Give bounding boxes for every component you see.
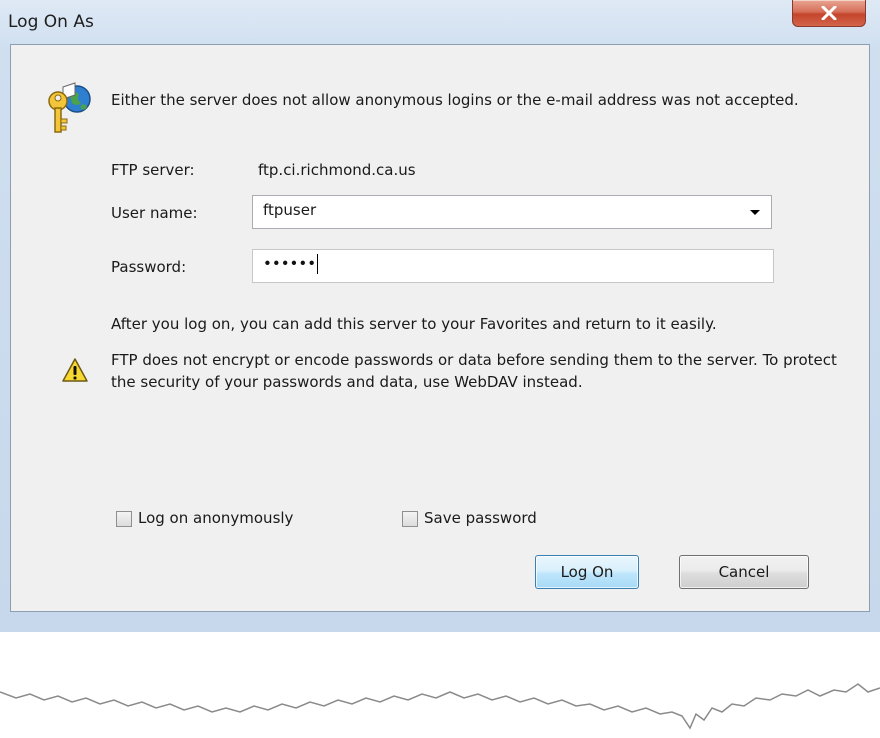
favorites-hint: After you log on, you can add this serve…	[111, 315, 717, 333]
password-input-text[interactable]: ••••••	[263, 254, 319, 274]
title-bar[interactable]: Log On As	[0, 0, 880, 44]
password-label: Password:	[111, 258, 187, 276]
error-message: Either the server does not allow anonymo…	[111, 91, 799, 109]
user-name-value[interactable]: ftpuser	[263, 201, 316, 219]
cancel-button[interactable]: Cancel	[679, 555, 809, 589]
warning-icon	[62, 358, 88, 382]
key-icon	[48, 82, 91, 133]
save-password-checkbox[interactable]	[402, 511, 418, 527]
log-on-as-dialog: Log On As Either the server does not all…	[0, 0, 880, 633]
ftp-server-value: ftp.ci.richmond.ca.us	[258, 161, 416, 179]
screenshot-canvas: Log On As Either the server does not all…	[0, 0, 880, 738]
close-icon	[821, 6, 837, 20]
ftp-server-label: FTP server:	[111, 161, 195, 179]
security-warning: FTP does not encrypt or encode passwords…	[111, 351, 837, 391]
torn-edge-effect	[0, 632, 880, 730]
user-name-label: User name:	[111, 204, 198, 222]
dialog-body: Either the server does not allow anonymo…	[10, 44, 870, 612]
log-on-anonymously-checkbox[interactable]	[116, 511, 132, 527]
log-on-anonymously-label[interactable]: Log on anonymously	[138, 509, 293, 527]
close-button[interactable]	[792, 0, 866, 27]
log-on-button[interactable]: Log On	[535, 555, 639, 589]
password-field[interactable]: ••••••	[252, 249, 774, 283]
user-name-combobox[interactable]: ftpuser	[252, 195, 772, 229]
save-password-label[interactable]: Save password	[424, 509, 537, 527]
window-title: Log On As	[8, 12, 94, 32]
chevron-down-icon[interactable]	[745, 196, 765, 228]
text-caret	[317, 254, 319, 274]
